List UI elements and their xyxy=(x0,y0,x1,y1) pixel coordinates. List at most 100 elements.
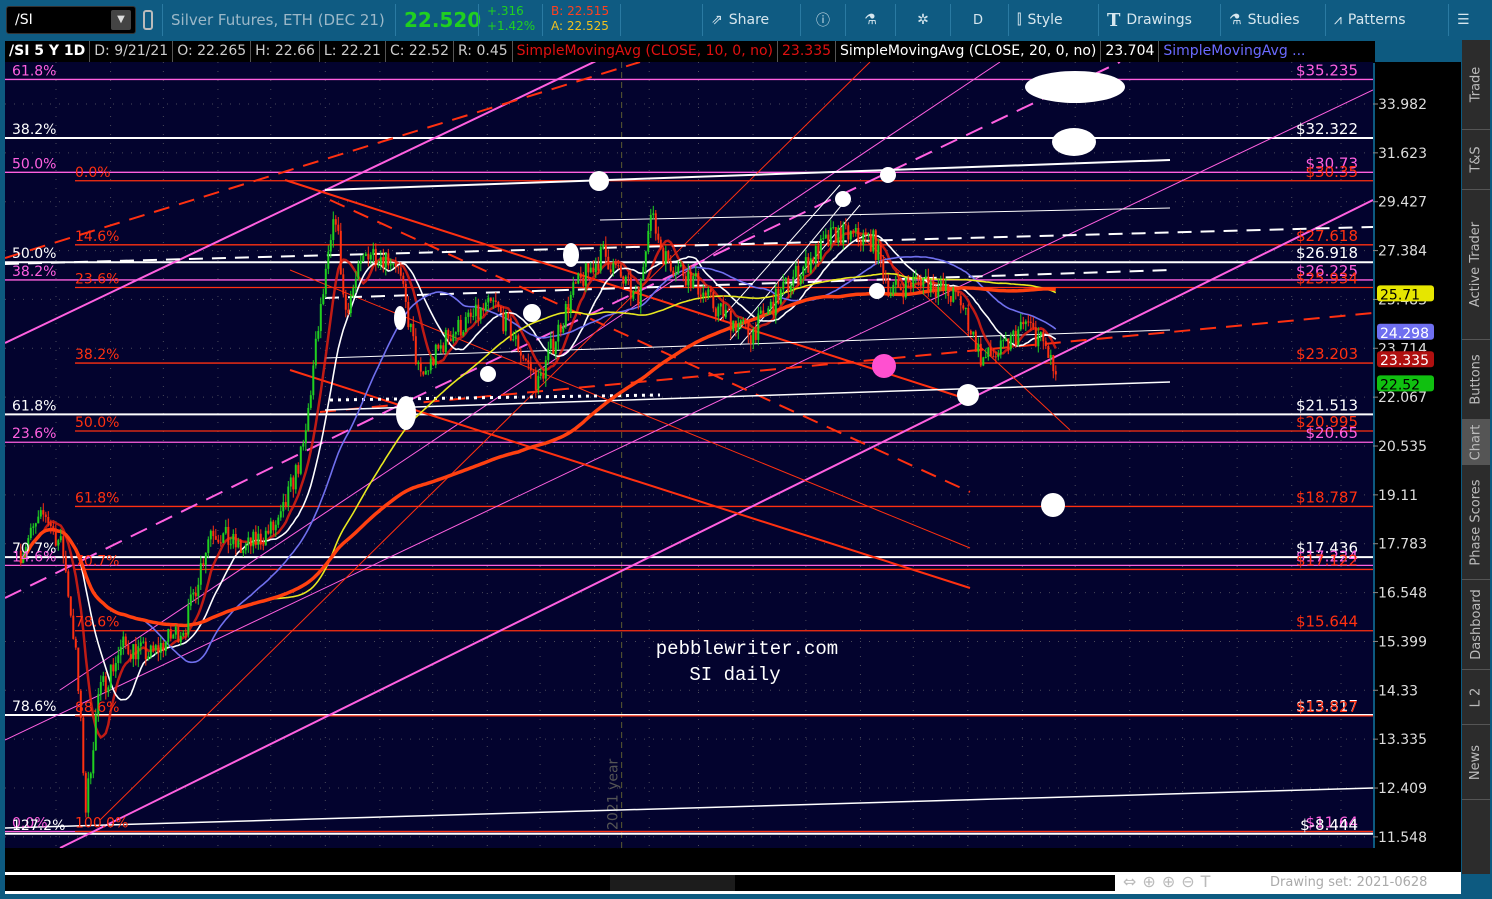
candle-body xyxy=(1037,335,1040,347)
menu-button[interactable]: ☰ xyxy=(1448,4,1478,36)
drawing-set-label[interactable]: Drawing set: 2021-0628 xyxy=(1270,875,1427,890)
candle-body xyxy=(809,258,812,273)
price-level-label: $17.224 xyxy=(1296,547,1358,565)
candle-body xyxy=(34,523,37,527)
candle-body xyxy=(952,288,955,302)
candle-body xyxy=(257,533,260,545)
side-tab-t-s[interactable]: T&S xyxy=(1462,130,1490,190)
candle-body xyxy=(477,304,480,320)
candle-body xyxy=(599,246,602,271)
side-tab-news[interactable]: News xyxy=(1462,725,1490,800)
candle-body xyxy=(402,275,405,284)
candle-body xyxy=(797,265,800,284)
candle-body xyxy=(387,253,390,266)
candle-body xyxy=(674,273,677,275)
candle-body xyxy=(1017,329,1020,346)
scrollbar-thumb[interactable] xyxy=(610,875,735,891)
text-tool-icon[interactable]: T xyxy=(1201,872,1217,891)
candle-body xyxy=(869,233,872,252)
style-button[interactable]: ⫿ Style xyxy=(1008,4,1071,36)
candle-body xyxy=(957,291,960,297)
settings-button[interactable]: ✲ xyxy=(895,4,950,36)
candle-body xyxy=(882,259,885,279)
candle-body xyxy=(632,291,635,299)
symbol-input[interactable]: /SI ▼ xyxy=(6,6,136,34)
candle-body xyxy=(542,373,545,379)
candle-body xyxy=(519,351,522,356)
side-tab-trade[interactable]: Trade xyxy=(1462,40,1490,130)
candle-body xyxy=(787,277,790,291)
drawings-button[interactable]: T Drawings xyxy=(1098,4,1200,36)
candle-body xyxy=(147,656,150,660)
candle-body xyxy=(82,717,85,774)
candle-body xyxy=(1039,331,1042,336)
candle-body xyxy=(602,244,605,247)
candle-body xyxy=(242,550,245,554)
candle-body xyxy=(84,773,87,813)
side-tab-buttons[interactable]: Buttons xyxy=(1462,340,1490,420)
crosshair-icon[interactable]: ⊕ xyxy=(1142,872,1161,891)
pan-icon[interactable]: ⇔ xyxy=(1123,872,1142,891)
side-tab-label: Trade xyxy=(1468,66,1484,103)
candle-body xyxy=(287,486,290,507)
fib-label: 0.0% xyxy=(75,165,111,181)
pivot-marker xyxy=(869,283,885,299)
candle-body xyxy=(67,571,70,597)
side-tab-chart[interactable]: Chart xyxy=(1462,420,1490,465)
flask-button[interactable]: ⚗ xyxy=(845,4,895,36)
candle-body xyxy=(887,279,890,296)
price-axis[interactable] xyxy=(1375,62,1461,848)
side-tab-phase-scores[interactable]: Phase Scores xyxy=(1462,465,1490,580)
candle-body xyxy=(392,263,395,265)
candle-body xyxy=(652,213,655,215)
candle-body xyxy=(429,358,432,371)
candle-body xyxy=(197,584,200,597)
text-tool-icon: T xyxy=(1107,9,1121,31)
candle-icon: ⫿ xyxy=(1017,12,1022,28)
chevron-down-icon[interactable]: ▼ xyxy=(111,10,131,30)
time-axis[interactable] xyxy=(5,848,1461,872)
sma20-label[interactable]: SimpleMovingAvg (CLOSE, 20, 0, no) xyxy=(836,41,1102,63)
candle-body xyxy=(269,521,272,534)
candle-body xyxy=(137,646,140,660)
candle-body xyxy=(367,253,370,260)
side-tab-active-trader[interactable]: Active Trader xyxy=(1462,190,1490,340)
ma-line-sma50 xyxy=(20,255,1057,664)
candle-body xyxy=(669,261,672,271)
candle-body xyxy=(357,263,360,279)
sma-more-label[interactable]: SimpleMovingAvg ... xyxy=(1159,41,1309,63)
zoom-out-icon[interactable]: ⊖ xyxy=(1181,872,1200,891)
sma10-label[interactable]: SimpleMovingAvg (CLOSE, 10, 0, no) xyxy=(513,41,779,63)
candle-body xyxy=(302,443,305,447)
candle-body xyxy=(597,263,600,271)
candle-body xyxy=(439,345,442,349)
candle-body xyxy=(607,256,610,270)
side-tab-dashboard[interactable]: Dashboard xyxy=(1462,580,1490,670)
candle-body xyxy=(202,563,205,565)
price-chart[interactable]: 2020 year2021 year pebblewriter.com SI d… xyxy=(0,0,1492,899)
share-button[interactable]: ⇗ Share xyxy=(702,4,777,36)
trendline xyxy=(5,399,411,599)
aggregation-button[interactable]: D xyxy=(950,4,1005,36)
horizontal-scrollbar[interactable] xyxy=(5,875,1115,891)
fib-label: 70.7% xyxy=(75,553,119,569)
side-tab-l-2[interactable]: L 2 xyxy=(1462,670,1490,725)
patterns-button[interactable]: ⩘ Patterns xyxy=(1325,4,1414,36)
candle-body xyxy=(254,531,257,545)
change-block: +.316 +1.42% xyxy=(478,4,543,36)
watermark-site: pebblewriter.com xyxy=(656,638,838,660)
studies-button[interactable]: ⚗ Studies xyxy=(1220,4,1308,36)
candle-body xyxy=(862,233,865,245)
candle-body xyxy=(974,331,977,352)
info-button[interactable]: ⓘ xyxy=(800,4,845,36)
side-tab-label: Buttons xyxy=(1468,354,1484,405)
candle-body xyxy=(589,267,592,273)
candle-body xyxy=(874,230,877,260)
fib-label: 61.8% xyxy=(12,63,56,79)
candle-body xyxy=(107,687,110,693)
link-icon[interactable] xyxy=(143,10,153,30)
zoom-in-icon[interactable]: ⊕ xyxy=(1162,872,1181,891)
candle-body xyxy=(449,338,452,342)
candle-body xyxy=(967,308,970,331)
candle-body xyxy=(324,268,327,295)
